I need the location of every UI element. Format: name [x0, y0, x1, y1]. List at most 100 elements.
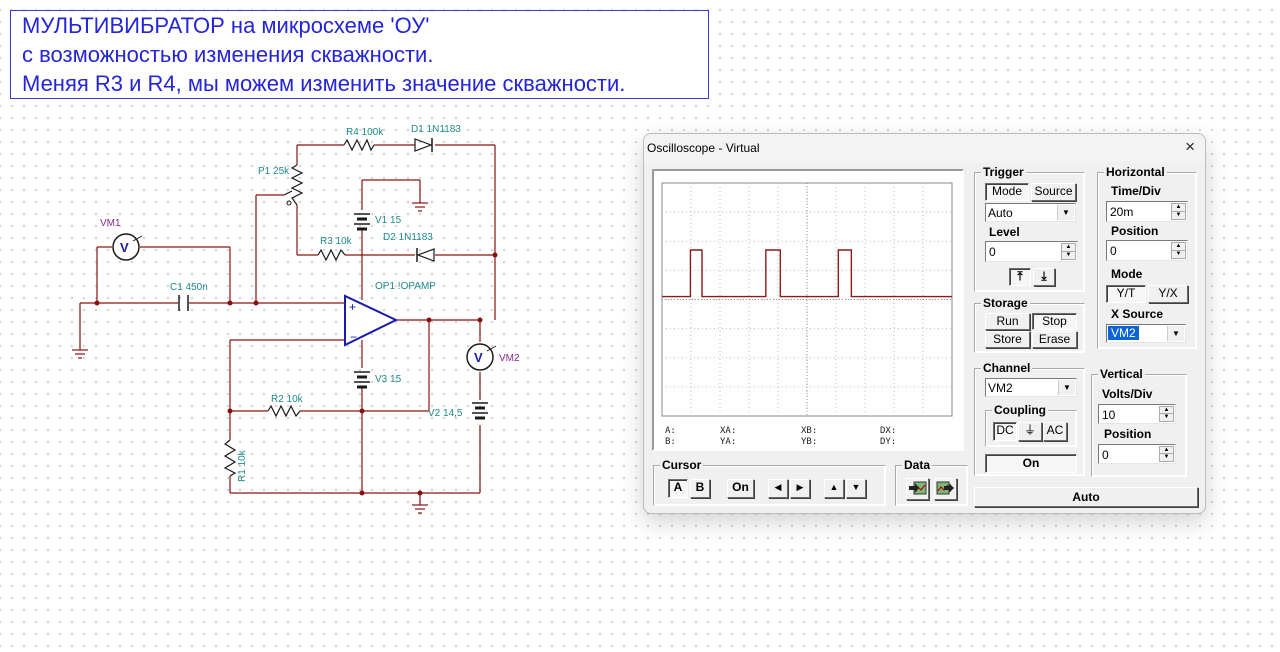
- junction-dots: [94, 252, 498, 496]
- capacitor-c1: [178, 295, 189, 311]
- import-icon: [909, 481, 927, 495]
- close-icon[interactable]: ×: [1185, 137, 1195, 157]
- label-d2: D2 1N1183: [383, 232, 433, 243]
- data-export-button[interactable]: [934, 478, 957, 500]
- cursor-down-icon[interactable]: ▼: [846, 479, 866, 498]
- coupling-group: Coupling DC ⏚ AC: [985, 403, 1077, 447]
- chevron-down-icon[interactable]: ▼: [1167, 326, 1184, 341]
- mode-yt-button[interactable]: Y/T: [1106, 285, 1146, 303]
- svg-text:−: −: [350, 330, 357, 344]
- coupling-dc-button[interactable]: DC: [993, 422, 1017, 441]
- circuit-schematic: + − V V VM1 VM2 C1 450n P1 25k R4 100k D…: [72, 124, 520, 514]
- time-div-input[interactable]: 20m ▲ ▼: [1106, 201, 1188, 222]
- label-op1: OP1 !OPAMP: [375, 281, 436, 292]
- xsource-value: VM2: [1108, 326, 1139, 340]
- coupling-ground-button[interactable]: ⏚: [1018, 422, 1042, 441]
- storage-stop-button[interactable]: Stop: [1032, 313, 1077, 330]
- mode-yx-button[interactable]: Y/X: [1148, 285, 1188, 303]
- trigger-rising-edge-button[interactable]: ⤒: [1009, 268, 1031, 286]
- voltmeter-vm2: V: [466, 343, 497, 371]
- readout-dy: DY:: [880, 437, 897, 447]
- v-position-label: Position: [1104, 427, 1152, 441]
- coupling-ac-button[interactable]: AC: [1043, 422, 1067, 441]
- h-position-value: 0: [1110, 244, 1117, 258]
- label-p1: P1 25k: [258, 166, 290, 177]
- chevron-down-icon[interactable]: ▼: [1058, 380, 1075, 395]
- trigger-level-value: 0: [989, 245, 996, 259]
- trigger-falling-edge-button[interactable]: ⤓: [1033, 268, 1055, 286]
- label-v1: V1 15: [375, 215, 402, 226]
- spin-down-icon[interactable]: ▼: [1159, 453, 1174, 462]
- cursor-a-button[interactable]: A: [668, 479, 688, 498]
- xsource-select[interactable]: VM2 ▼: [1106, 324, 1186, 343]
- resistor-r1: [223, 439, 237, 477]
- battery-v3: [354, 371, 370, 389]
- channel-title: Channel: [981, 361, 1033, 375]
- cursor-on-button[interactable]: On: [727, 479, 754, 498]
- cursor-b-button[interactable]: B: [690, 479, 710, 498]
- storage-store-button[interactable]: Store: [985, 331, 1030, 348]
- horizontal-group: Horizontal Time/Div 20m ▲ ▼ Position 0 ▲…: [1097, 165, 1197, 349]
- data-group: Data: [895, 458, 968, 506]
- h-position-label: Position: [1111, 224, 1159, 238]
- opamp-op1: + −: [344, 294, 399, 347]
- readout-b: B:: [665, 437, 676, 447]
- channel-select[interactable]: VM2 ▼: [985, 378, 1077, 397]
- horizontal-title: Horizontal: [1104, 165, 1167, 179]
- storage-erase-button[interactable]: Erase: [1032, 331, 1077, 348]
- readout-a: A:: [665, 426, 676, 436]
- cursor-title: Cursor: [660, 458, 704, 472]
- label-d1: D1 1N1183: [411, 124, 461, 135]
- svg-text:+: +: [349, 300, 356, 314]
- chevron-down-icon[interactable]: ▼: [1057, 205, 1074, 220]
- spin-down-icon[interactable]: ▼: [1171, 250, 1186, 259]
- cursor-right-icon[interactable]: ▶: [790, 479, 810, 498]
- spin-down-icon[interactable]: ▼: [1061, 251, 1076, 260]
- volts-div-value: 10: [1102, 408, 1116, 422]
- time-div-value: 20m: [1110, 205, 1134, 219]
- resistor-r3: [317, 248, 346, 262]
- spin-down-icon[interactable]: ▼: [1171, 211, 1186, 220]
- label-v2: V2 14,5: [428, 408, 463, 419]
- trigger-mode-tab[interactable]: Mode: [985, 183, 1029, 201]
- svg-text:V: V: [120, 240, 129, 255]
- volts-div-input[interactable]: 10 ▲ ▼: [1098, 404, 1176, 424]
- vertical-title: Vertical: [1098, 367, 1145, 381]
- storage-run-button[interactable]: Run: [985, 313, 1030, 330]
- trigger-mode-select[interactable]: Auto ▼: [985, 203, 1076, 222]
- oscilloscope-titlebar[interactable]: Oscilloscope - Virtual ×: [644, 134, 1205, 162]
- p1-terminal: [286, 200, 292, 206]
- vertical-group: Vertical Volts/Div 10 ▲ ▼ Position 0 ▲ ▼: [1091, 367, 1187, 477]
- circuit-wires: [72, 144, 496, 514]
- scope-display: [661, 182, 953, 417]
- cursor-left-icon[interactable]: ◀: [768, 479, 788, 498]
- auto-button[interactable]: Auto: [974, 487, 1198, 507]
- window-title: Oscilloscope - Virtual: [647, 141, 760, 155]
- channel-on-button[interactable]: On: [985, 454, 1077, 473]
- storage-group: Storage Run Stop Store Erase: [974, 296, 1085, 353]
- label-r3: R3 10k: [320, 236, 353, 247]
- channel-value: VM2: [988, 381, 1013, 395]
- readout-xb: XB:: [801, 426, 818, 436]
- data-import-button[interactable]: [906, 478, 929, 500]
- spin-down-icon[interactable]: ▼: [1159, 413, 1174, 422]
- h-position-input[interactable]: 0 ▲ ▼: [1106, 240, 1188, 261]
- label-r2: R2 10k: [271, 394, 304, 405]
- trigger-source-tab[interactable]: Source: [1031, 183, 1076, 201]
- battery-v2: [472, 402, 488, 420]
- xsource-label: X Source: [1111, 307, 1164, 321]
- time-div-label: Time/Div: [1111, 184, 1161, 198]
- resistor-r4: [343, 138, 375, 152]
- label-c1: C1 450n: [170, 282, 208, 293]
- label-vm2: VM2: [499, 353, 520, 364]
- coupling-title: Coupling: [992, 403, 1048, 417]
- export-icon: [936, 481, 954, 495]
- trigger-level-input[interactable]: 0 ▲ ▼: [985, 241, 1078, 262]
- diode-d1: [414, 138, 433, 152]
- readout-xa: XA:: [720, 426, 737, 436]
- oscilloscope-window: Oscilloscope - Virtual × A: B: XA: YA: X…: [643, 133, 1206, 514]
- v-position-input[interactable]: 0 ▲ ▼: [1098, 444, 1176, 464]
- cursor-up-icon[interactable]: ▲: [824, 479, 844, 498]
- channel-group: Channel VM2 ▼ Coupling DC ⏚ AC On: [974, 361, 1085, 476]
- battery-v1: [354, 213, 370, 231]
